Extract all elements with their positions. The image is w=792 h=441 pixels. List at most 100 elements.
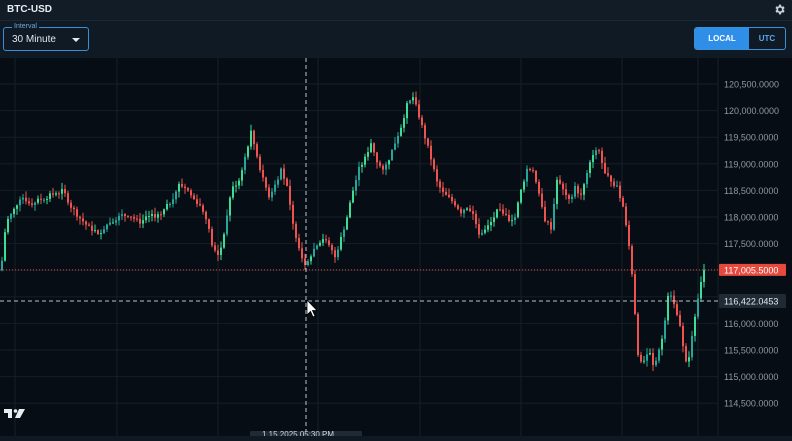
candle-body bbox=[586, 173, 588, 185]
price-tick-label: 118,000.0000 bbox=[724, 213, 778, 223]
candle-body bbox=[166, 204, 168, 210]
candle-body bbox=[517, 202, 519, 218]
candle-body bbox=[313, 248, 315, 257]
mouse-pointer-icon bbox=[306, 299, 318, 318]
candle-body bbox=[127, 216, 129, 218]
candle-body bbox=[427, 138, 429, 146]
candle-body bbox=[331, 245, 333, 251]
candle-body bbox=[160, 214, 162, 216]
candle-body bbox=[292, 204, 294, 224]
interval-select[interactable]: Interval 30 Minute bbox=[3, 22, 89, 51]
candle-body bbox=[37, 198, 39, 203]
candle-body bbox=[454, 201, 456, 206]
price-tick-label: 116,000.0000 bbox=[724, 319, 778, 329]
candle-body bbox=[595, 150, 597, 156]
candle-body bbox=[322, 239, 324, 243]
candle-body bbox=[421, 117, 423, 126]
candle-body bbox=[565, 189, 567, 196]
candle-body bbox=[100, 233, 102, 235]
candle-body bbox=[40, 198, 42, 200]
gear-icon[interactable] bbox=[773, 3, 786, 16]
candle-body bbox=[319, 242, 321, 246]
candle-body bbox=[541, 193, 543, 207]
candle-body bbox=[202, 205, 204, 212]
candle-body bbox=[535, 170, 537, 182]
candle-body bbox=[430, 145, 432, 160]
timezone-utc-button[interactable]: UTC bbox=[749, 28, 785, 49]
toolbar: Interval 30 Minute LOCAL UTC bbox=[0, 21, 792, 58]
candle-body bbox=[580, 193, 582, 195]
candle-body bbox=[13, 208, 15, 214]
candle-body bbox=[211, 228, 213, 246]
timezone-local-button[interactable]: LOCAL bbox=[695, 28, 749, 49]
price-chart[interactable]: 120,500.0000 120,000.0000 119,500.0000 119,… bbox=[0, 58, 792, 441]
candle-body bbox=[310, 256, 312, 262]
candle-body bbox=[286, 178, 288, 186]
candle-body bbox=[700, 281, 702, 299]
candle-body bbox=[112, 222, 114, 224]
candle-body bbox=[379, 162, 381, 166]
price-tick-label: 115,500.0000 bbox=[724, 346, 778, 356]
candle-body bbox=[628, 225, 630, 247]
candle-body bbox=[583, 184, 585, 195]
candle-body bbox=[124, 214, 126, 217]
chevron-down-icon bbox=[72, 38, 80, 42]
candle-body bbox=[94, 230, 96, 232]
candle-body bbox=[532, 170, 534, 172]
candle-body bbox=[409, 100, 411, 104]
candle-body bbox=[367, 152, 369, 157]
price-tick-label: 120,000.0000 bbox=[724, 106, 779, 116]
candle-body bbox=[274, 184, 276, 192]
candle-body bbox=[661, 338, 663, 350]
candle-body bbox=[121, 214, 123, 216]
candle-body bbox=[655, 360, 657, 366]
candle-body bbox=[490, 221, 492, 226]
candle-body bbox=[244, 156, 246, 171]
candle-body bbox=[577, 186, 579, 194]
candle-body bbox=[25, 197, 27, 202]
candle-body bbox=[478, 224, 480, 235]
candle-body bbox=[265, 177, 267, 188]
candle-body bbox=[553, 204, 555, 230]
candle-body bbox=[118, 215, 120, 221]
candle-body bbox=[457, 205, 459, 209]
chart-area[interactable]: 120,500.0000 120,000.0000 119,500.0000 119,… bbox=[0, 58, 792, 441]
candle-body bbox=[235, 185, 237, 187]
title-bar: BTC-USD bbox=[0, 0, 792, 21]
candle-body bbox=[694, 316, 696, 336]
candle-body bbox=[271, 191, 273, 198]
candle-body bbox=[43, 199, 45, 201]
candle-body bbox=[607, 173, 609, 176]
candle-body bbox=[415, 97, 417, 105]
candle-body bbox=[463, 209, 465, 214]
candle-body bbox=[316, 245, 318, 249]
candle-body bbox=[193, 195, 195, 200]
candle-body bbox=[130, 216, 132, 218]
crosshair-price-label: 116,422.0453 bbox=[724, 296, 778, 306]
price-tick-label: 115,000.0000 bbox=[724, 372, 778, 382]
candle-body bbox=[505, 213, 507, 215]
candle-body bbox=[475, 213, 477, 225]
candle-body bbox=[355, 180, 357, 191]
candle-body bbox=[493, 217, 495, 222]
candle-body bbox=[382, 165, 384, 170]
candle-body bbox=[631, 246, 633, 275]
candle-body bbox=[205, 211, 207, 220]
candle-body bbox=[151, 213, 153, 217]
candle-body bbox=[340, 236, 342, 250]
candle-body bbox=[571, 196, 573, 199]
candle-body bbox=[664, 320, 666, 339]
candle-body bbox=[424, 125, 426, 139]
candle-body bbox=[190, 190, 192, 196]
candle-body bbox=[613, 181, 615, 187]
candle-body bbox=[373, 143, 375, 153]
candle-body bbox=[70, 202, 72, 208]
candle-body bbox=[646, 354, 648, 361]
candle-body bbox=[58, 193, 60, 195]
candle-body bbox=[55, 193, 57, 195]
candle-body bbox=[52, 193, 54, 195]
candle-body bbox=[496, 209, 498, 218]
price-tick-label: 117,500.0000 bbox=[724, 239, 778, 249]
candle-body bbox=[610, 175, 612, 182]
candle-body bbox=[184, 186, 186, 189]
